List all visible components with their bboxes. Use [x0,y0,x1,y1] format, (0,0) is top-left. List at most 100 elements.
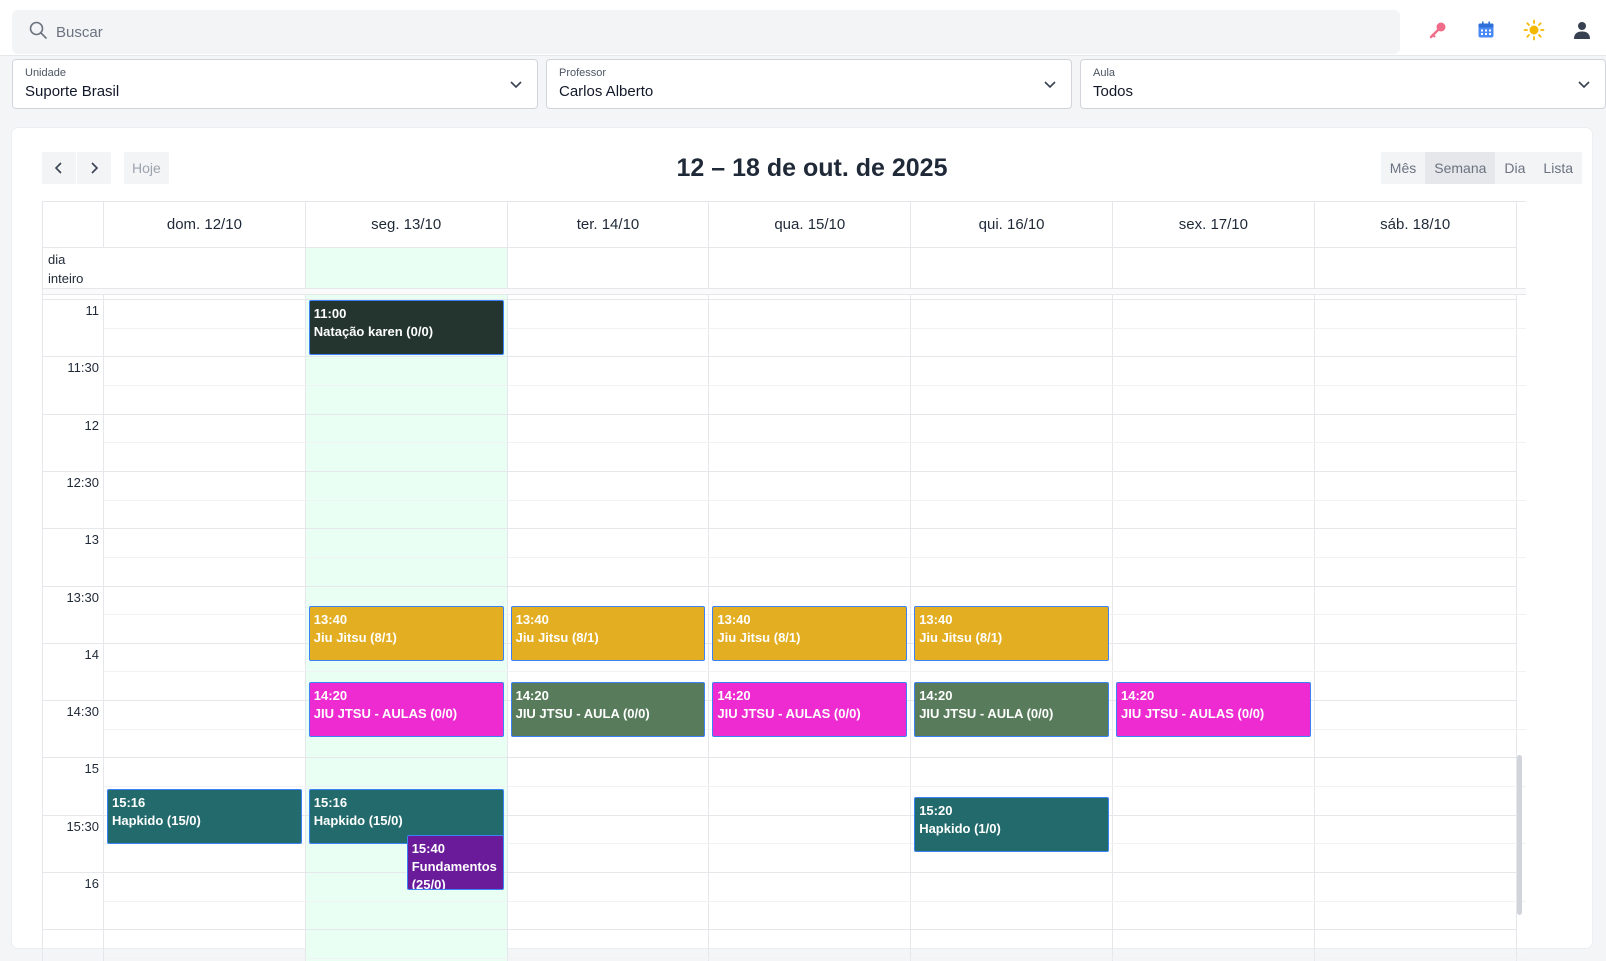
event-title: JIU JTSU - AULA (0/0) [515,706,650,721]
time-label: 16 [84,876,99,891]
scrollbar-thumb[interactable] [1517,755,1522,915]
event-time: 14:20 [1121,688,1155,703]
time-label: 13 [84,532,99,548]
event-title: Hapkido (15/0) [313,812,403,828]
filters-row: Unidade Suporte Brasil Professor Carlos … [12,59,1606,109]
calendar-event[interactable]: 14:20 JIU JTSU - AULAS (0/0) [308,682,504,738]
event-title: Fundamentos (25/0) [411,858,497,891]
calendar-card: Hoje 12 – 18 de out. de 2025 Mês Semana Di… [12,128,1592,961]
event-time: 15:20 [919,802,953,818]
allday-cell[interactable] [508,248,710,288]
event-title: JIU JTSU - AULAS (0/0) [313,706,458,721]
calendar-event[interactable]: 13:40 Jiu Jitsu (8/1) [914,605,1109,661]
event-time: 14:20 [313,688,348,703]
event-time: 11:00 [313,306,347,321]
user-icon[interactable] [1558,14,1606,46]
allday-cell[interactable] [1315,248,1517,288]
slot-line [43,872,1517,873]
calendar-event[interactable]: 14:20 JIU JTSU - AULA (0/0) [914,682,1109,738]
slot-line [104,384,1526,386]
calendar-event[interactable]: 11:00 Natação karen (0/0) [308,300,504,356]
today-button[interactable]: Hoje [124,152,169,184]
time-label: 13:30 [66,589,99,605]
time-label: 12:30 [66,474,99,490]
calendar-event[interactable]: 14:20 JIU JTSU - AULA (0/0) [510,682,706,738]
view-semana[interactable]: Semana [1425,152,1496,184]
slot-line [104,900,1526,902]
day-header[interactable]: qua. 15/10 [709,202,912,248]
chevron-down-icon [1044,81,1056,89]
allday-cell[interactable] [709,248,912,288]
day-header[interactable]: ter. 14/10 [507,202,710,248]
slot-line [43,528,1517,530]
event-time: 15:16 [313,794,348,810]
calendar-icon[interactable] [1462,14,1510,46]
professor-select-value: Carlos Alberto [559,83,654,100]
week-grid: dia inteiro dom. 12/10 seg. 13/10 ter. 14/… [42,201,1526,961]
calendar-event[interactable]: 15:40 Fundamentos (25/0) [406,834,504,891]
slot-line [43,470,1517,472]
day-column[interactable] [1315,295,1517,961]
professor-select[interactable]: Professor Carlos Alberto [546,59,1072,109]
unit-select-label: Unidade [25,67,66,79]
prev-button[interactable] [42,152,76,184]
view-switcher: Mês Semana Dia Lista [1380,152,1582,184]
time-header [43,202,104,248]
time-axis [43,295,104,961]
key-icon[interactable] [1414,14,1462,46]
unit-select[interactable]: Unidade Suporte Brasil [12,59,538,109]
calendar-event[interactable]: 13:40 Jiu Jitsu (8/1) [712,605,908,661]
event-title: Natação karen (0/0) [313,324,434,339]
slot-line [104,957,1526,959]
slot-line [43,413,1517,415]
slot-line [43,757,1517,759]
event-title: JIU JTSU - AULAS (0/0) [717,706,861,721]
calendar-event[interactable]: 13:40 Jiu Jitsu (8/1) [308,605,504,661]
day-header[interactable]: dom. 12/10 [104,202,306,248]
class-select[interactable]: Aula Todos [1080,59,1606,109]
calendar-event[interactable]: 14:20 JIU JTSU - AULAS (0/0) [1116,682,1311,738]
event-title: JIU JTSU - AULAS (0/0) [1121,706,1265,721]
view-mes[interactable]: Mês [1381,152,1425,184]
allday-cell[interactable] [305,248,508,288]
day-column[interactable] [1113,295,1315,961]
view-lista[interactable]: Lista [1534,152,1582,184]
chevron-down-icon [510,81,522,89]
slot-line [104,499,1526,501]
event-title: Jiu Jitsu (8/1) [515,629,599,645]
chevron-down-icon [1578,81,1590,89]
allday-cell[interactable] [104,248,306,288]
event-title: Jiu Jitsu (8/1) [919,629,1003,645]
allday-cell[interactable] [911,248,1113,288]
time-label: 12 [84,417,99,433]
event-time: 13:40 [313,611,348,627]
next-button[interactable] [77,152,111,184]
slot-line [104,786,1526,788]
slot-line [43,929,1517,931]
calendar-toolbar: Hoje 12 – 18 de out. de 2025 Mês Semana Di… [42,152,1582,184]
event-time: 13:40 [919,611,953,627]
event-title: Hapkido (1/0) [919,820,1001,836]
view-dia[interactable]: Dia [1495,152,1534,184]
day-column[interactable] [104,295,306,961]
day-header[interactable]: seg. 13/10 [305,202,508,248]
slot-line [104,556,1526,558]
time-label: 15 [84,761,99,777]
calendar-event[interactable]: 13:40 Jiu Jitsu (8/1) [510,605,706,661]
search-box[interactable] [12,10,1400,54]
time-label: 14:30 [66,704,99,720]
event-title: Jiu Jitsu (8/1) [717,629,801,645]
event-time: 14:20 [717,688,751,703]
slot-line [104,442,1526,444]
calendar-event[interactable]: 15:20 Hapkido (1/0) [914,796,1109,852]
sun-icon[interactable] [1510,14,1558,46]
calendar-event[interactable]: 15:16 Hapkido (15/0) [107,788,302,845]
search-input[interactable] [56,23,1356,41]
event-time: 13:40 [717,611,751,627]
allday-cell[interactable] [1113,248,1315,288]
calendar-event[interactable]: 14:20 JIU JTSU - AULAS (0/0) [712,682,908,738]
allday-divider [43,288,1526,295]
day-header[interactable]: sex. 17/10 [1113,202,1315,248]
day-header[interactable]: qui. 16/10 [911,202,1113,248]
day-header[interactable]: sáb. 18/10 [1314,202,1517,248]
